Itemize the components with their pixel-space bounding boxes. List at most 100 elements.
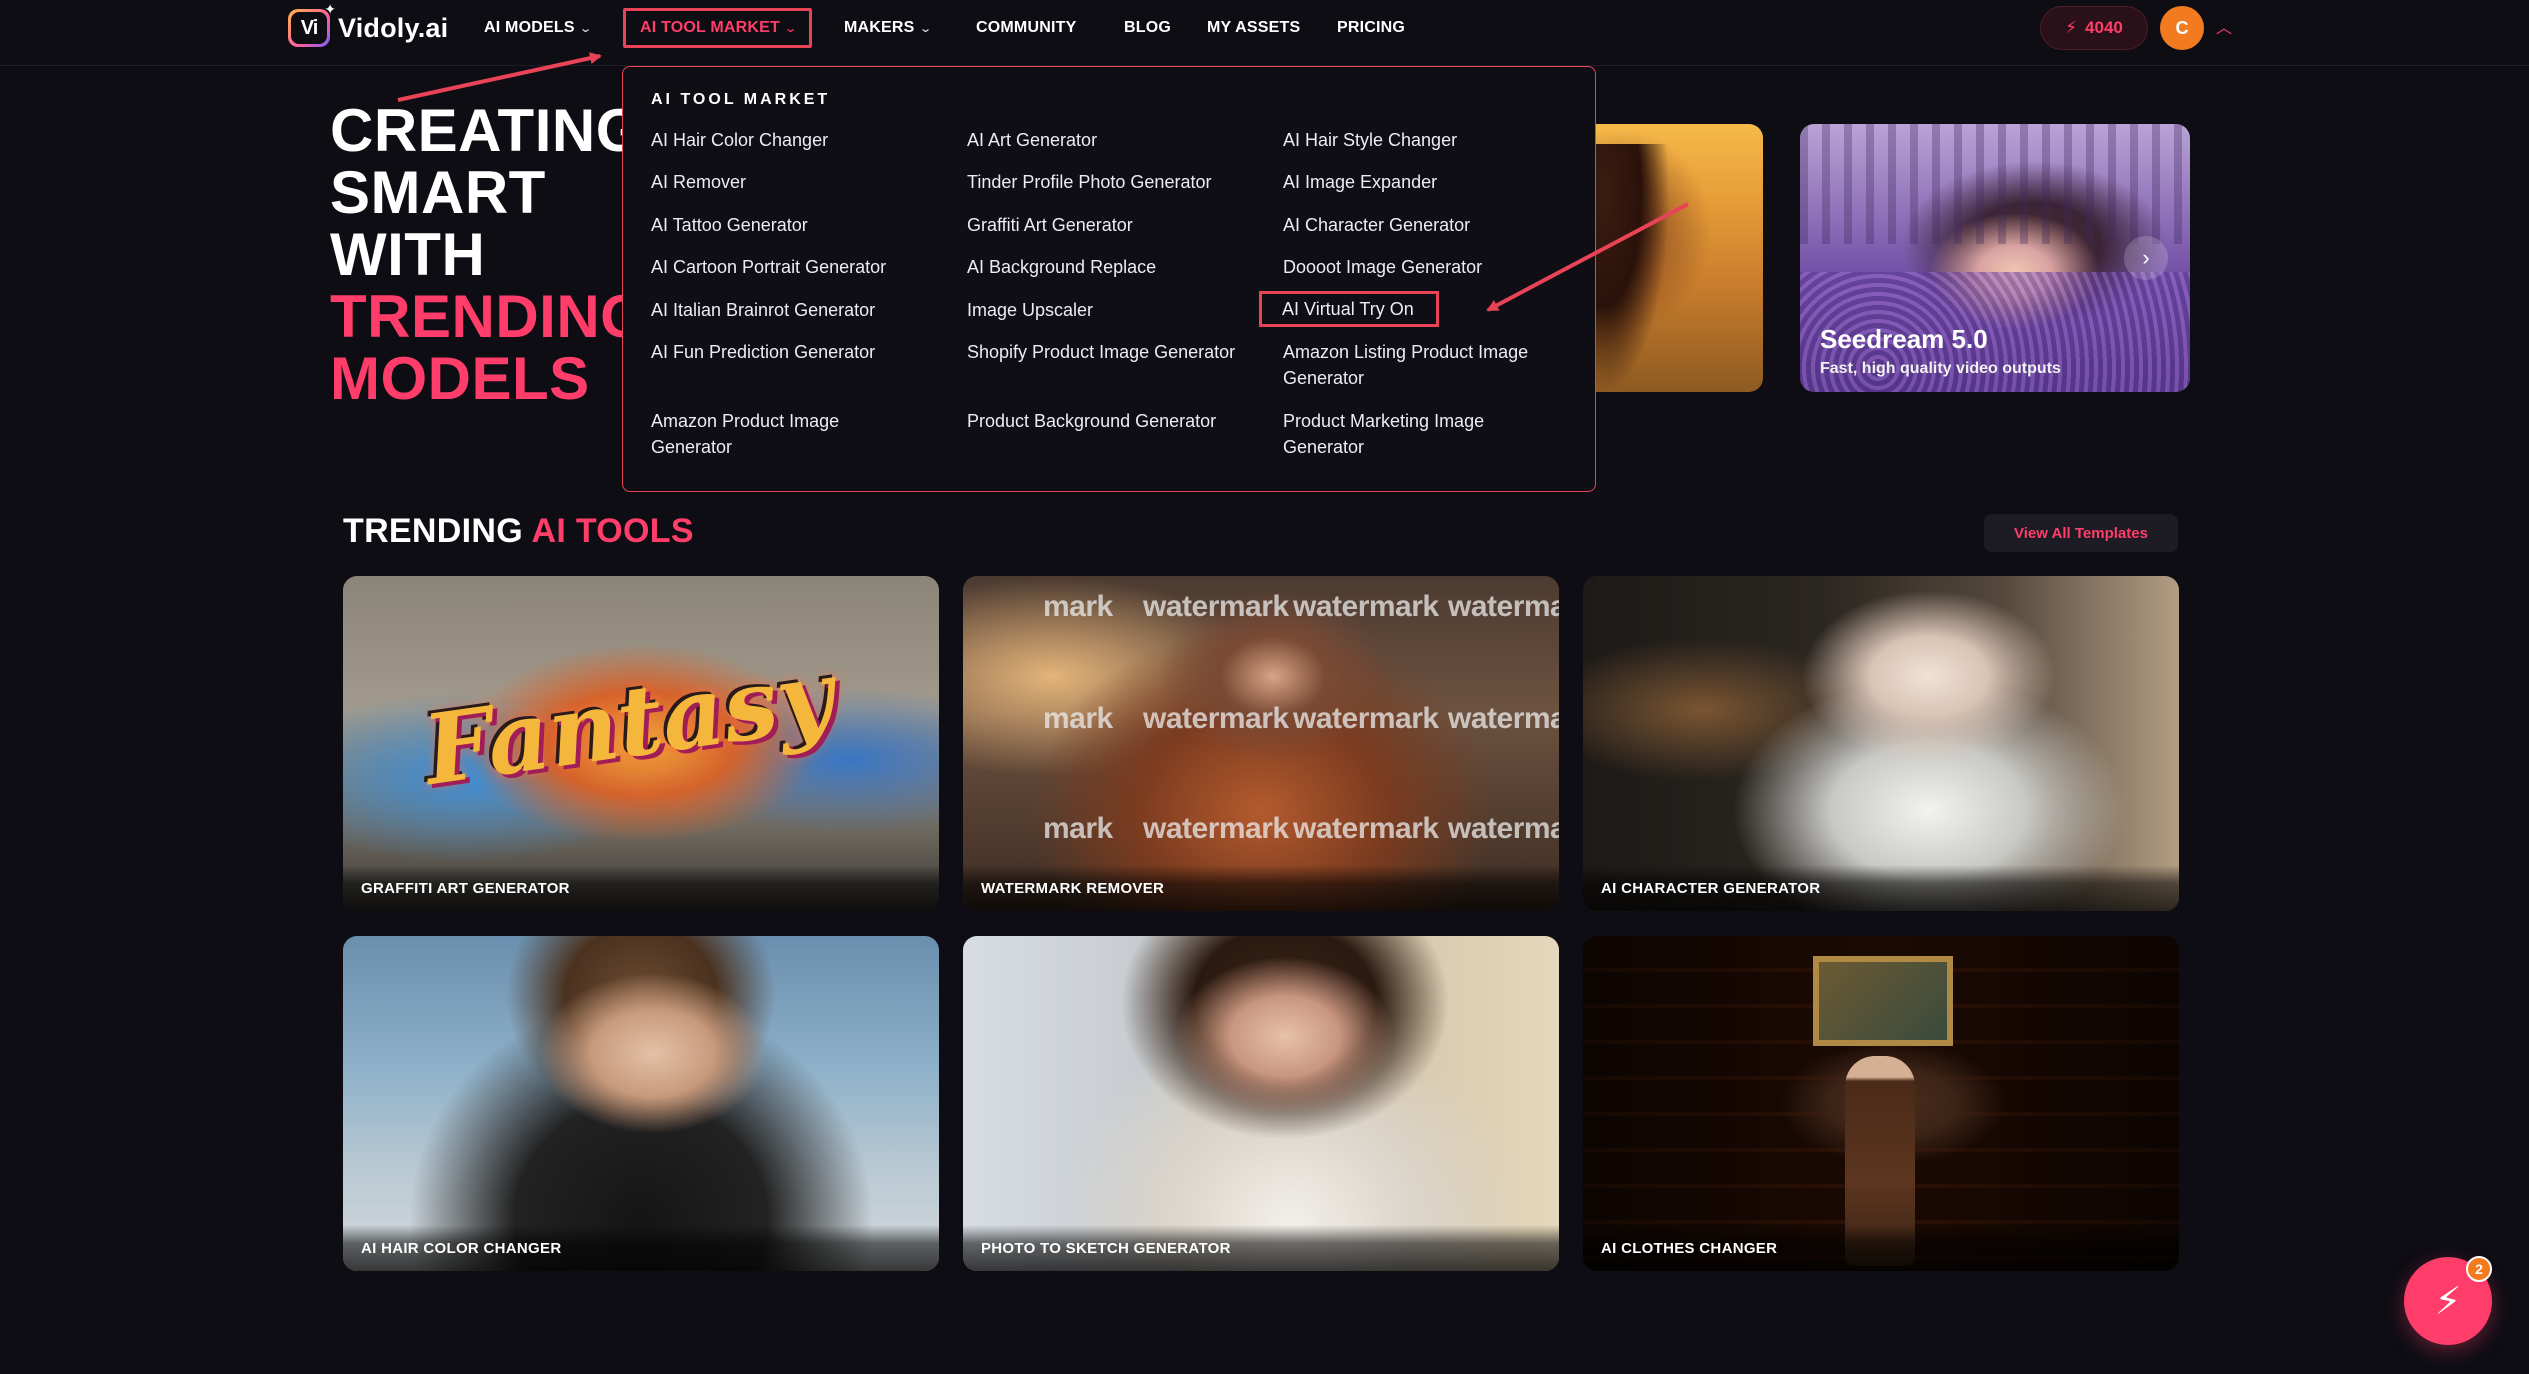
nav-my-assets[interactable]: MY ASSETS	[1207, 16, 1300, 40]
card-caption: WATERMARK REMOVER	[963, 865, 1559, 911]
card-label: PHOTO TO SKETCH GENERATOR	[981, 1240, 1231, 1257]
credits-count: 4040	[2085, 18, 2123, 37]
card-caption: PHOTO TO SKETCH GENERATOR	[963, 1225, 1559, 1271]
hero-title-line: TRENDING	[330, 283, 648, 350]
brand-name: Vidoly.ai	[338, 12, 449, 43]
notification-badge: 2	[2466, 1256, 2492, 1282]
card-caption: AI HAIR COLOR CHANGER	[343, 1225, 939, 1271]
watermark-text: mark	[1043, 702, 1113, 735]
logo[interactable]: Vi ✦ Vidoly.ai	[288, 1, 449, 50]
menu-item-ai-virtual-try-on[interactable]: AI Virtual Try On	[1259, 291, 1439, 327]
card-label: AI HAIR COLOR CHANGER	[361, 1240, 562, 1257]
nav-community[interactable]: COMMUNITY	[976, 16, 1076, 40]
lightning-icon: ⚡	[2434, 1280, 2462, 1323]
menu-item[interactable]: AI Image Expander	[1283, 169, 1573, 195]
nav-blog[interactable]: BLOG	[1124, 16, 1171, 40]
top-navbar: Vi ✦ Vidoly.ai AI MODELS ⌄ AI TOOL MARKE…	[0, 0, 2529, 66]
menu-item[interactable]: AI Fun Prediction Generator	[651, 339, 941, 365]
menu-item[interactable]: Doooot Image Generator	[1283, 254, 1573, 280]
watermark-text: watermark	[1143, 702, 1289, 735]
trending-title-pink: AI TOOLS	[531, 512, 694, 550]
nav-pricing[interactable]: PRICING	[1337, 16, 1405, 40]
menu-item[interactable]: AI Hair Color Changer	[651, 127, 941, 153]
menu-item[interactable]: Image Upscaler	[967, 297, 1257, 323]
tool-card-watermark[interactable]: mark watermark watermark watermarl mark …	[963, 576, 1559, 911]
nav-pricing-label: PRICING	[1337, 19, 1406, 36]
hero-title-line: CREATING	[330, 97, 643, 164]
nav-makers[interactable]: MAKERS ⌄	[844, 16, 932, 40]
menu-item[interactable]: AI Background Replace	[967, 254, 1257, 280]
hero-title-line: SMART	[330, 159, 546, 226]
tool-card-photo-to-sketch[interactable]: PHOTO TO SKETCH GENERATOR	[963, 936, 1559, 1271]
graffiti-art-text: Fantasy	[417, 637, 841, 808]
chevron-right-icon[interactable]: ›	[2124, 236, 2168, 280]
nav-makers-label: MAKERS	[844, 19, 915, 36]
lightning-icon: ⚡	[2065, 18, 2078, 37]
logo-mark-text: Vi	[291, 12, 327, 44]
avatar[interactable]: C	[2160, 6, 2204, 50]
tool-card-hair-color[interactable]: AI HAIR COLOR CHANGER	[343, 936, 939, 1271]
menu-item[interactable]: Tinder Profile Photo Generator	[967, 169, 1257, 195]
menu-item[interactable]: Product Background Generator	[967, 408, 1257, 434]
menu-item[interactable]: Amazon Listing Product Image Generator	[1283, 339, 1563, 391]
hero-card-title: Seedream 5.0	[1820, 324, 1988, 354]
trending-title: TRENDING AI TOOLS	[343, 512, 694, 551]
watermark-text: watermark	[1293, 702, 1439, 735]
menu-item[interactable]: AI Tattoo Generator	[651, 212, 941, 238]
nav-blog-label: BLOG	[1124, 19, 1172, 36]
nav-ai-tool-market-label: AI TOOL MARKET	[640, 19, 780, 36]
hero-title-line: WITH	[330, 221, 486, 288]
watermark-text: watermarl	[1448, 812, 1559, 845]
dropdown-title: AI TOOL MARKET	[651, 91, 831, 108]
tool-card-clothes-changer[interactable]: AI CLOTHES CHANGER	[1583, 936, 2179, 1271]
nav-ai-models[interactable]: AI MODELS ⌄	[484, 16, 593, 40]
card-caption: GRAFFITI ART GENERATOR	[343, 865, 939, 911]
card-label: AI CHARACTER GENERATOR	[1601, 880, 1821, 897]
menu-item[interactable]: AI Cartoon Portrait Generator	[651, 254, 941, 280]
page: Vi ✦ Vidoly.ai AI MODELS ⌄ AI TOOL MARKE…	[0, 0, 2529, 1374]
menu-item[interactable]: AI Remover	[651, 169, 941, 195]
menu-item[interactable]: AI Art Generator	[967, 127, 1257, 153]
hero-card-trees	[1800, 124, 2190, 244]
watermark-text: watermarl	[1448, 702, 1559, 735]
watermark-text: watermark	[1143, 812, 1289, 845]
card-label: WATERMARK REMOVER	[981, 880, 1165, 897]
menu-item[interactable]: Shopify Product Image Generator	[967, 339, 1257, 365]
nav-ai-tool-market[interactable]: AI TOOL MARKET ⌄	[623, 8, 813, 48]
chevron-down-icon: ⌄	[784, 22, 798, 35]
watermark-text: watermark	[1143, 590, 1289, 623]
menu-item[interactable]: Product Marketing Image Generator	[1283, 408, 1513, 460]
card-caption: AI CHARACTER GENERATOR	[1583, 865, 2179, 911]
card-label: GRAFFITI ART GENERATOR	[361, 880, 570, 897]
watermark-text: watermarl	[1448, 590, 1559, 623]
menu-item[interactable]: AI Hair Style Changer	[1283, 127, 1573, 153]
watermark-text: mark	[1043, 812, 1113, 845]
menu-item[interactable]: Amazon Product Image Generator	[651, 408, 881, 460]
hero-title-line: MODELS	[330, 345, 590, 412]
menu-item[interactable]: AI Character Generator	[1283, 212, 1573, 238]
menu-item[interactable]: AI Italian Brainrot Generator	[651, 297, 941, 323]
watermark-text: mark	[1043, 590, 1113, 623]
card-label: AI CLOTHES CHANGER	[1601, 1240, 1778, 1257]
logo-mark: Vi ✦	[288, 1, 336, 47]
nav-ai-models-label: AI MODELS	[484, 19, 575, 36]
card-caption: AI CLOTHES CHANGER	[1583, 1225, 2179, 1271]
menu-item[interactable]: Graffiti Art Generator	[967, 212, 1257, 238]
hero-title: CREATING SMART WITH TRENDING MODELS	[330, 97, 648, 412]
tool-card-character[interactable]: AI CHARACTER GENERATOR	[1583, 576, 2179, 911]
sparkle-icon: ✦	[324, 1, 336, 17]
hero-card-subtitle: Fast, high quality video outputs	[1820, 360, 2061, 377]
nav-community-label: COMMUNITY	[976, 19, 1077, 36]
trending-title-white: TRENDING	[343, 512, 523, 550]
watermark-text: watermark	[1293, 590, 1439, 623]
ai-tool-market-dropdown: AI TOOL MARKET AI Hair Color Changer AI …	[622, 66, 1596, 492]
watermark-text: watermark	[1293, 812, 1439, 845]
chevron-down-icon: ⌄	[578, 22, 593, 35]
tool-card-graffiti[interactable]: Fantasy GRAFFITI ART GENERATOR	[343, 576, 939, 911]
chevron-down-icon: ⌄	[918, 22, 932, 35]
credits-badge[interactable]: ⚡ 4040	[2040, 6, 2148, 50]
chevron-up-icon[interactable]: ︿	[2216, 14, 2232, 38]
view-all-templates-button[interactable]: View All Templates	[1984, 514, 2178, 552]
card-painting	[1813, 956, 1953, 1046]
nav-my-assets-label: MY ASSETS	[1207, 19, 1301, 36]
